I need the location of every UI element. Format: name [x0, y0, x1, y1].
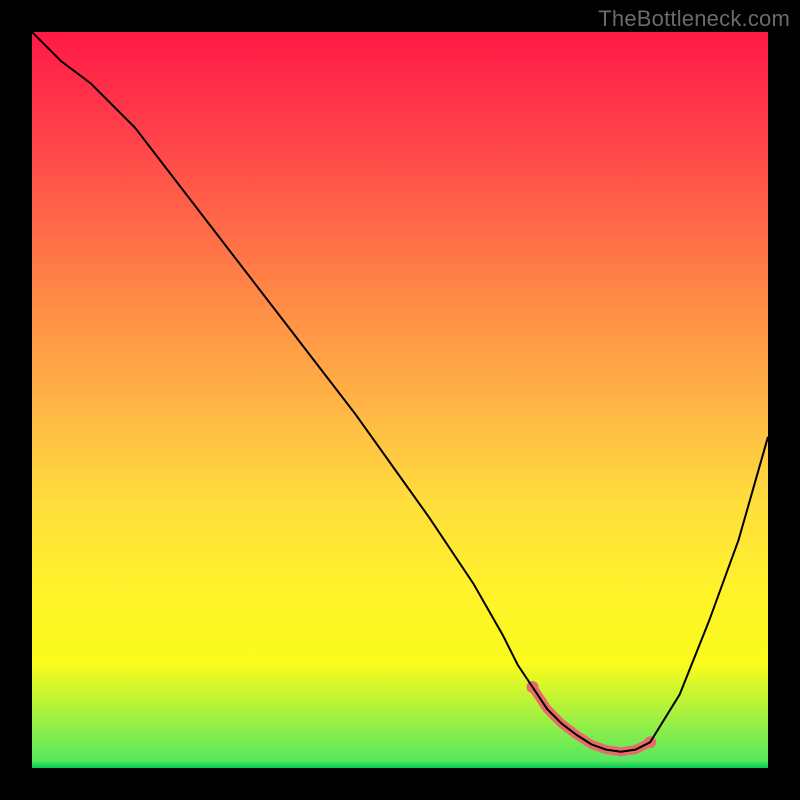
plot-area [32, 32, 768, 768]
markers-group [527, 681, 657, 752]
marker-stroke [533, 687, 651, 752]
attribution-label: TheBottleneck.com [598, 6, 790, 32]
chart-container: TheBottleneck.com [0, 0, 800, 800]
curve-path [32, 32, 768, 752]
chart-svg [32, 32, 768, 768]
